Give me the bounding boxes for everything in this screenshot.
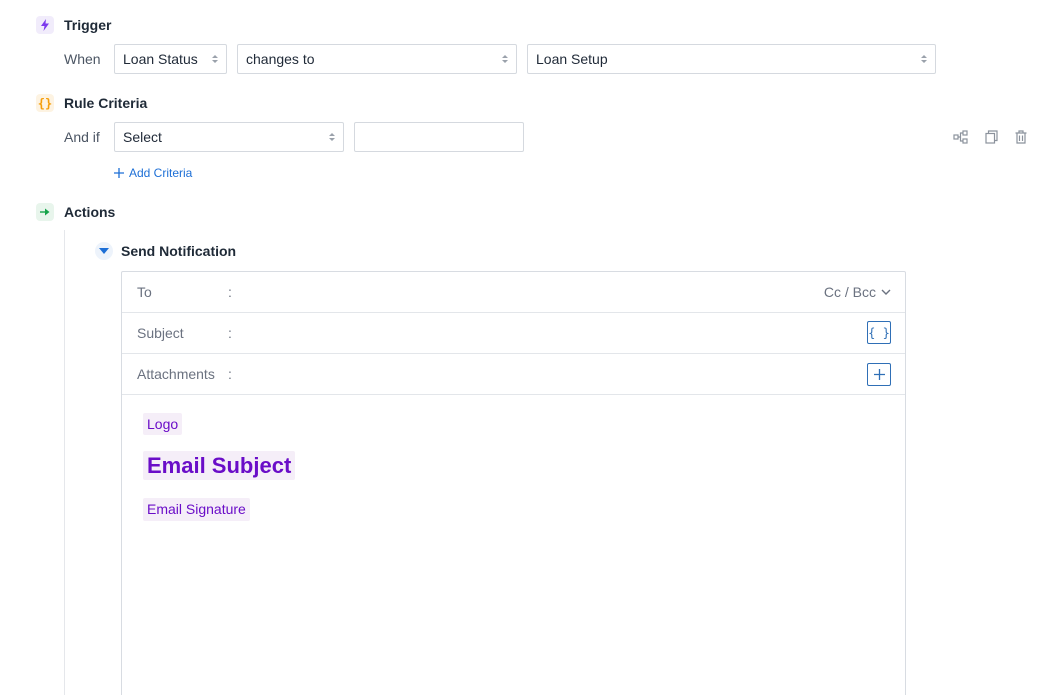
when-label: When <box>64 51 101 67</box>
and-if-label: And if <box>64 129 100 145</box>
trigger-operator-value: changes to <box>246 51 315 67</box>
caret-down-icon[interactable] <box>95 242 113 260</box>
criteria-value-input[interactable] <box>354 122 524 152</box>
subject-row[interactable]: Subject : { } <box>122 313 905 354</box>
add-criteria-label: Add Criteria <box>129 166 193 180</box>
cc-bcc-label: Cc / Bcc <box>823 284 876 300</box>
svg-text:{}: {} <box>38 97 52 111</box>
actions-connector-line <box>64 230 65 695</box>
arrow-right-icon <box>36 203 54 221</box>
attachments-colon: : <box>228 366 232 382</box>
to-row[interactable]: To : Cc / Bcc <box>122 272 905 313</box>
trigger-value-select[interactable]: Loan Setup <box>527 44 936 74</box>
criteria-field-select[interactable]: Select <box>114 122 344 152</box>
to-label: To <box>137 284 152 300</box>
to-colon: : <box>228 284 232 300</box>
logo-placeholder[interactable]: Logo <box>143 413 183 435</box>
trigger-title: Trigger <box>64 17 112 33</box>
braces-icon: {} <box>36 94 54 112</box>
add-criteria-link[interactable]: Add Criteria <box>114 166 192 180</box>
trash-icon[interactable] <box>1013 129 1029 145</box>
trigger-field-value: Loan Status <box>123 51 198 67</box>
subject-colon: : <box>228 325 232 341</box>
plus-icon <box>114 168 124 178</box>
tree-icon[interactable] <box>952 129 968 145</box>
email-signature-placeholder[interactable]: Email Signature <box>143 498 250 521</box>
actions-title: Actions <box>64 204 116 220</box>
send-notification-title: Send Notification <box>121 243 237 259</box>
lightning-icon <box>36 16 54 34</box>
chevron-down-icon <box>881 289 891 295</box>
plus-icon <box>873 369 885 380</box>
sort-caret-icon <box>329 133 335 141</box>
trigger-value-value: Loan Setup <box>536 51 608 67</box>
cc-bcc-toggle[interactable]: Cc / Bcc <box>824 284 891 300</box>
attachments-label: Attachments <box>137 366 215 382</box>
criteria-field-value: Select <box>123 129 162 145</box>
trigger-field-select[interactable]: Loan Status <box>114 44 227 74</box>
sort-caret-icon <box>212 55 218 63</box>
email-subject-placeholder[interactable]: Email Subject <box>143 451 296 480</box>
add-attachment-button[interactable] <box>867 363 891 386</box>
sort-caret-icon <box>502 55 508 63</box>
rule-criteria-title: Rule Criteria <box>64 95 148 111</box>
attachments-row[interactable]: Attachments : <box>122 354 905 395</box>
subject-label: Subject <box>137 325 184 341</box>
notification-editor: To : Cc / Bcc Subject : { } Attachments … <box>121 271 906 695</box>
insert-field-button[interactable]: { } <box>867 321 891 344</box>
copy-icon[interactable] <box>983 129 999 145</box>
email-body[interactable]: Logo Email Subject Email Signature <box>122 396 905 695</box>
trigger-operator-select[interactable]: changes to <box>237 44 517 74</box>
sort-caret-icon <box>921 55 927 63</box>
braces-icon: { } <box>868 325 890 340</box>
